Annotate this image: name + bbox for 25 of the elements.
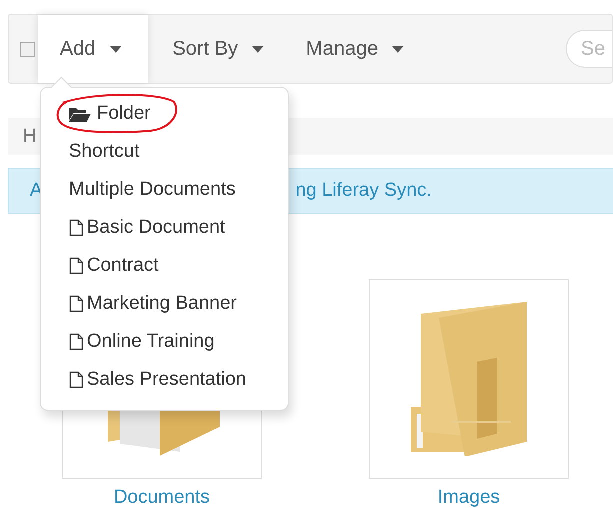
menu-item[interactable]: Multiple Documents bbox=[41, 171, 236, 209]
caret-icon bbox=[252, 46, 264, 52]
select-all-checkbox[interactable] bbox=[20, 42, 35, 56]
search-field[interactable]: Se bbox=[566, 30, 612, 68]
menu-item[interactable]: Shortcut bbox=[41, 133, 140, 171]
document-icon bbox=[69, 295, 84, 313]
menu-item[interactable]: Sales Presentation bbox=[41, 361, 246, 399]
folder-card[interactable] bbox=[369, 279, 569, 479]
alert-text: ng Liferay Sync. bbox=[296, 180, 432, 202]
document-icon bbox=[69, 371, 84, 389]
menu-item[interactable]: Marketing Banner bbox=[41, 285, 237, 323]
folder-name-link[interactable]: Images bbox=[438, 487, 500, 509]
menu-button[interactable]: Add bbox=[38, 15, 148, 83]
document-icon bbox=[69, 333, 84, 351]
menu-item[interactable]: Online Training bbox=[41, 323, 215, 361]
menu-item[interactable]: Contract bbox=[41, 247, 159, 285]
caret-icon bbox=[392, 46, 404, 52]
menu-item[interactable]: Folder bbox=[41, 95, 151, 133]
folder-name-link[interactable]: Documents bbox=[114, 487, 210, 509]
caret-icon bbox=[110, 46, 122, 52]
document-icon bbox=[69, 257, 84, 275]
menu-item[interactable]: Basic Document bbox=[41, 209, 226, 247]
folder-icon bbox=[69, 106, 91, 122]
breadcrumb-text: H bbox=[23, 126, 37, 148]
document-icon bbox=[69, 219, 84, 237]
